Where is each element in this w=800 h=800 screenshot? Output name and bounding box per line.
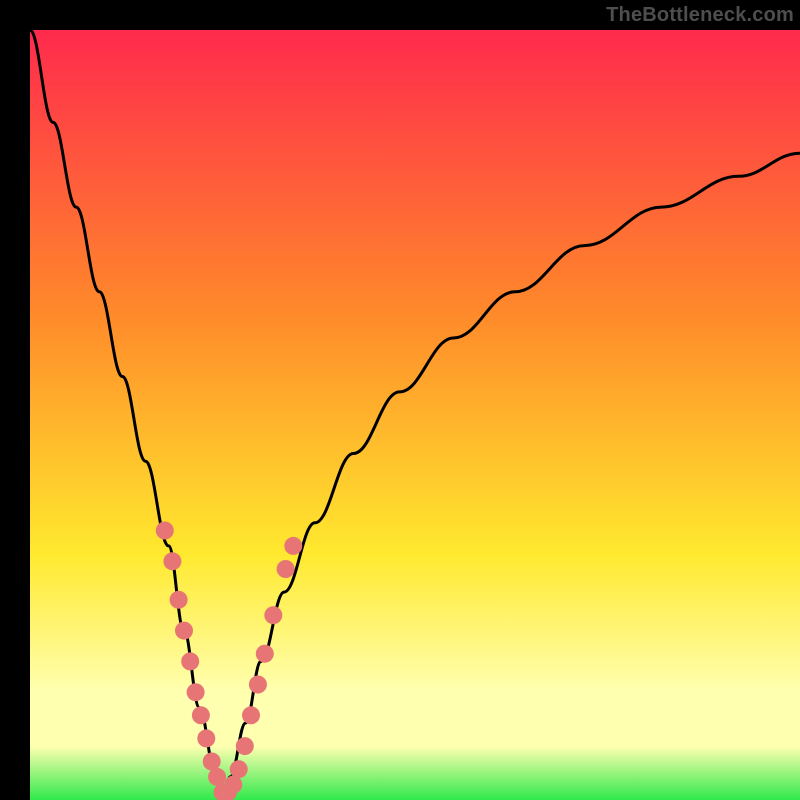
data-marker bbox=[236, 737, 254, 755]
data-marker bbox=[187, 683, 205, 701]
data-marker bbox=[197, 729, 215, 747]
data-marker bbox=[181, 652, 199, 670]
marker-layer bbox=[156, 522, 302, 800]
data-marker bbox=[264, 606, 282, 624]
data-marker bbox=[208, 768, 226, 786]
data-marker bbox=[242, 706, 260, 724]
data-marker bbox=[163, 552, 181, 570]
data-marker bbox=[256, 645, 274, 663]
watermark-text: TheBottleneck.com bbox=[606, 4, 794, 27]
data-marker bbox=[277, 560, 295, 578]
plot-area bbox=[30, 30, 800, 800]
data-marker bbox=[230, 760, 248, 778]
data-marker bbox=[170, 591, 188, 609]
chart-frame: TheBottleneck.com bbox=[0, 0, 800, 800]
bottleneck-curve bbox=[30, 30, 800, 800]
data-marker bbox=[175, 622, 193, 640]
curve-layer bbox=[30, 30, 800, 800]
data-marker bbox=[203, 753, 221, 771]
chart-svg bbox=[30, 30, 800, 800]
data-marker bbox=[284, 537, 302, 555]
data-marker bbox=[249, 676, 267, 694]
data-marker bbox=[192, 706, 210, 724]
data-marker bbox=[224, 776, 242, 794]
data-marker bbox=[156, 522, 174, 540]
